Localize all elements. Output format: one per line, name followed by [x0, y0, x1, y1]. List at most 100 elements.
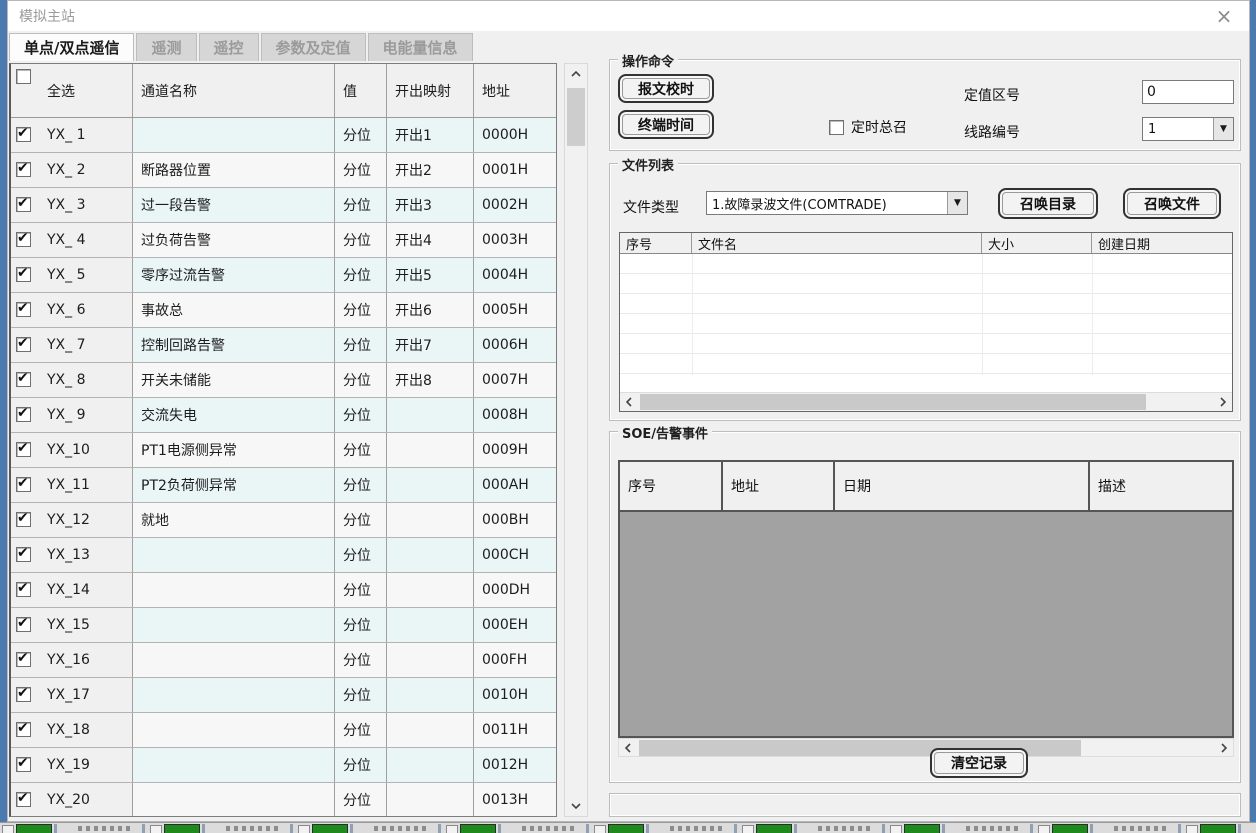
call-directory-button[interactable]: 召唤目录	[998, 188, 1098, 219]
row-checkbox[interactable]	[16, 512, 31, 527]
chevron-down-icon[interactable]: ▼	[1213, 118, 1233, 140]
setting-zone-input[interactable]	[1142, 80, 1234, 104]
signal-table-header: 全选 通道名称 值 开出映射 地址	[11, 64, 556, 118]
row-checkbox[interactable]	[16, 547, 31, 562]
row-id-cell: YX_16	[11, 643, 133, 677]
row-id: YX_18	[47, 722, 90, 738]
scrollbar-thumb[interactable]	[640, 394, 1146, 410]
table-row[interactable]: YX_ 1 分位 开出1 0000H	[11, 118, 556, 153]
row-value: 分位	[335, 223, 387, 257]
select-all-label: 全选	[47, 81, 75, 101]
row-value: 分位	[335, 748, 387, 782]
timed-general-call-checkbox[interactable]	[829, 120, 844, 135]
tab[interactable]: 电能量信息	[368, 33, 473, 61]
scrollbar-thumb[interactable]	[567, 88, 585, 146]
row-checkbox[interactable]	[16, 372, 31, 387]
table-row[interactable]: YX_ 9 交流失电 分位 0008H	[11, 398, 556, 433]
row-checkbox[interactable]	[16, 477, 31, 492]
file-type-select[interactable]: 1.故障录波文件(COMTRADE) ▼	[706, 191, 968, 215]
table-row[interactable]: YX_12 就地 分位 000BH	[11, 503, 556, 538]
row-checkbox[interactable]	[16, 722, 31, 737]
table-row[interactable]: YX_16 分位 000FH	[11, 643, 556, 678]
terminal-time-button[interactable]: 终端时间	[618, 110, 714, 139]
close-icon[interactable]: ×	[1213, 5, 1235, 27]
table-row[interactable]: YX_ 6 事故总 分位 开出6 0005H	[11, 293, 556, 328]
table-row[interactable]: YX_14 分位 000DH	[11, 573, 556, 608]
call-file-button[interactable]: 召唤文件	[1123, 188, 1221, 219]
tab[interactable]: 遥控	[199, 33, 259, 61]
row-value: 分位	[335, 468, 387, 502]
row-checkbox[interactable]	[16, 617, 31, 632]
file-table: 序号 文件名 大小 创建日期	[619, 232, 1233, 412]
row-address: 0001H	[474, 153, 556, 187]
soe-table-hscrollbar[interactable]	[618, 738, 1234, 757]
table-row[interactable]: YX_ 3 过一段告警 分位 开出3 0002H	[11, 188, 556, 223]
timed-general-call-option[interactable]: 定时总召	[829, 117, 907, 137]
clipped-label-text	[1114, 826, 1166, 831]
row-value: 分位	[335, 608, 387, 642]
row-checkbox[interactable]	[16, 162, 31, 177]
row-checkbox[interactable]	[16, 757, 31, 772]
message-time-sync-button[interactable]: 报文校时	[618, 74, 714, 103]
device-status-indicator	[1184, 823, 1256, 833]
row-checkbox[interactable]	[16, 407, 31, 422]
line-number-select[interactable]: 1 ▼	[1142, 117, 1234, 141]
scroll-left-icon[interactable]	[620, 393, 638, 411]
row-checkbox[interactable]	[16, 582, 31, 597]
scroll-up-icon[interactable]	[565, 64, 587, 84]
row-checkbox[interactable]	[16, 127, 31, 142]
table-row[interactable]: YX_ 7 控制回路告警 分位 开出7 0006H	[11, 328, 556, 363]
green-status-block	[164, 824, 200, 833]
file-type-value: 1.故障录波文件(COMTRADE)	[707, 194, 947, 213]
scroll-right-icon[interactable]	[1215, 739, 1233, 757]
table-row[interactable]: YX_10 PT1电源侧异常 分位 0009H	[11, 433, 556, 468]
row-id-cell: YX_20	[11, 783, 133, 817]
clear-records-button[interactable]: 清空记录	[930, 748, 1028, 778]
row-checkbox[interactable]	[16, 652, 31, 667]
tab[interactable]: 单点/双点遥信	[9, 33, 134, 61]
table-row[interactable]: YX_19 分位 0012H	[11, 748, 556, 783]
row-checkbox[interactable]	[16, 687, 31, 702]
table-row[interactable]: YX_ 5 零序过流告警 分位 开出5 0004H	[11, 258, 556, 293]
row-id-cell: YX_14	[11, 573, 133, 607]
table-row[interactable]: YX_ 2 断路器位置 分位 开出2 0001H	[11, 153, 556, 188]
file-table-hscrollbar[interactable]	[620, 392, 1232, 411]
row-id-cell: YX_ 5	[11, 258, 133, 292]
select-all-checkbox[interactable]	[16, 69, 31, 84]
table-row[interactable]: YX_13 分位 000CH	[11, 538, 556, 573]
scroll-right-icon[interactable]	[1214, 393, 1232, 411]
table-row[interactable]: YX_17 分位 0010H	[11, 678, 556, 713]
scroll-down-icon[interactable]	[565, 796, 587, 816]
line-number-value: 1	[1143, 122, 1213, 137]
status-checkbox	[1186, 825, 1198, 833]
tab[interactable]: 参数及定值	[261, 33, 366, 61]
row-checkbox[interactable]	[16, 197, 31, 212]
row-checkbox[interactable]	[16, 442, 31, 457]
row-checkbox[interactable]	[16, 337, 31, 352]
signal-table-scrollbar[interactable]	[564, 63, 588, 817]
header-value: 值	[335, 64, 387, 117]
table-row[interactable]: YX_11 PT2负荷侧异常 分位 000AH	[11, 468, 556, 503]
status-checkbox	[150, 825, 162, 833]
file-type-label: 文件类型	[623, 197, 679, 217]
row-checkbox[interactable]	[16, 302, 31, 317]
table-row[interactable]: YX_18 分位 0011H	[11, 713, 556, 748]
scroll-left-icon[interactable]	[619, 739, 637, 757]
row-channel-name	[133, 643, 335, 677]
chevron-down-icon[interactable]: ▼	[947, 192, 967, 214]
window-title: 模拟主站	[8, 6, 75, 26]
table-row[interactable]: YX_ 4 过负荷告警 分位 开出4 0003H	[11, 223, 556, 258]
row-checkbox[interactable]	[16, 792, 31, 807]
table-row[interactable]: YX_ 8 开关未储能 分位 开出8 0007H	[11, 363, 556, 398]
row-channel-name: 过一段告警	[133, 188, 335, 222]
green-status-block	[904, 824, 940, 833]
row-checkbox[interactable]	[16, 232, 31, 247]
row-output-map	[387, 643, 474, 677]
clipped-label-text	[818, 826, 870, 831]
tab[interactable]: 遥测	[136, 33, 196, 61]
titlebar: 模拟主站 ×	[8, 1, 1249, 31]
row-checkbox[interactable]	[16, 267, 31, 282]
table-row[interactable]: YX_20 分位 0013H	[11, 783, 556, 817]
table-row[interactable]: YX_15 分位 000EH	[11, 608, 556, 643]
soe-table: 序号 地址 日期 描述	[618, 460, 1234, 738]
